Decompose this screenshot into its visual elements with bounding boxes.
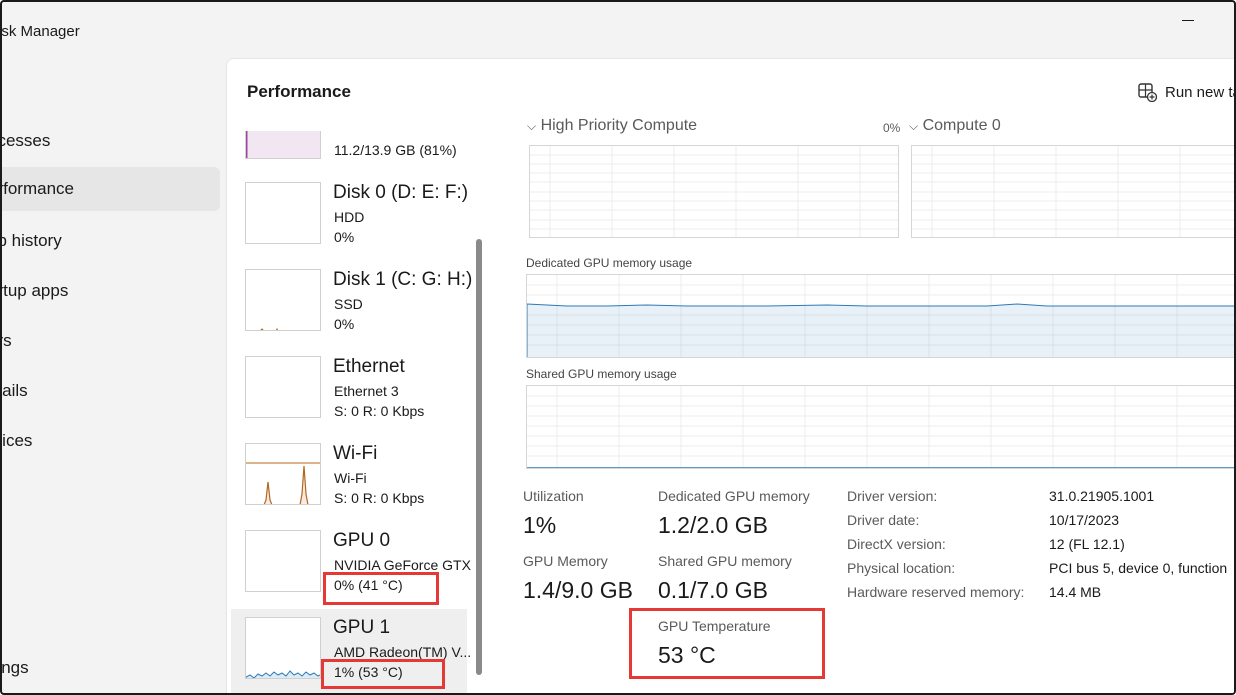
gpu1-thumbnail bbox=[245, 617, 321, 679]
shared-memory-value: 0.1/7.0 GB bbox=[658, 577, 768, 603]
sidebar-item-processes[interactable]: ocesses bbox=[2, 119, 220, 163]
task-manager-window: ask Manager ocesses erformance op histor… bbox=[0, 0, 1236, 695]
list-item-ethernet[interactable]: Ethernet Ethernet 3 S: 0 R: 0 Kbps bbox=[231, 356, 467, 442]
list-item-disk1[interactable]: Disk 1 (C: G: H:) SSD 0% bbox=[231, 269, 472, 355]
memory-thumbnail bbox=[245, 131, 321, 159]
chevron-down-icon: ⌵ bbox=[527, 119, 537, 133]
gpu1-temp-highlight bbox=[321, 659, 445, 689]
run-task-label: Run new ta bbox=[1165, 83, 1236, 101]
utilization-label: Utilization bbox=[523, 488, 584, 504]
dedicated-memory-graph bbox=[526, 274, 1234, 358]
disk1-name: Disk 1 (C: G: H:) bbox=[333, 269, 473, 290]
list-item-memory[interactable]: 11.2/13.9 GB (81%) bbox=[231, 131, 467, 183]
sidebar-item-performance[interactable]: erformance bbox=[2, 167, 220, 211]
sidebar-item-settings[interactable]: ttings bbox=[2, 646, 220, 690]
engine-left-label: High Priority Compute bbox=[540, 117, 698, 134]
dedicated-memory-label: Dedicated GPU memory bbox=[658, 488, 810, 504]
gpu0-temp-highlight bbox=[323, 572, 439, 605]
sidebar-item-startup-apps[interactable]: artup apps bbox=[2, 269, 220, 313]
gpu1-name: GPU 1 bbox=[333, 617, 391, 638]
ethernet-adapter: Ethernet 3 bbox=[334, 383, 399, 399]
reserved-memory-label: Hardware reserved memory: bbox=[847, 584, 1025, 600]
gpu1-model: AMD Radeon(TM) V... bbox=[334, 644, 472, 660]
disk0-thumbnail bbox=[245, 182, 321, 244]
list-item-wifi[interactable]: Wi-Fi Wi-Fi S: 0 R: 0 Kbps bbox=[231, 443, 467, 529]
title-bar: ask Manager bbox=[2, 2, 1234, 58]
disk0-name: Disk 0 (D: E: F:) bbox=[333, 182, 469, 203]
sidebar-item-app-history[interactable]: op history bbox=[2, 219, 220, 263]
directx-version-value: 12 (FL 12.1) bbox=[1049, 536, 1125, 552]
disk1-thumbnail bbox=[245, 269, 321, 331]
sidebar-nav: ocesses erformance op history artup apps… bbox=[2, 58, 226, 693]
reserved-memory-value: 14.4 MB bbox=[1049, 584, 1102, 600]
memory-usage: 11.2/13.9 GB (81%) bbox=[334, 142, 457, 158]
wifi-name: Wi-Fi bbox=[333, 443, 378, 464]
app-title: ask Manager bbox=[0, 23, 80, 40]
engine-right-title[interactable]: ⌵ Compute 0 bbox=[909, 117, 1001, 135]
utilization-value: 1% bbox=[523, 512, 557, 538]
engine-right-graph bbox=[911, 145, 1234, 238]
shared-memory-graph-label: Shared GPU memory usage bbox=[526, 367, 677, 381]
engine-right-label: Compute 0 bbox=[922, 117, 1001, 134]
sidebar-item-services[interactable]: rvices bbox=[2, 419, 220, 463]
ethernet-thumbnail bbox=[245, 356, 321, 418]
sidebar-item-users[interactable]: ers bbox=[2, 319, 220, 363]
gpu0-name: GPU 0 bbox=[333, 530, 391, 551]
gpu-memory-value: 1.4/9.0 GB bbox=[523, 577, 633, 603]
engine-left-title[interactable]: ⌵ High Priority Compute bbox=[527, 117, 697, 135]
disk1-usage: 0% bbox=[334, 316, 355, 332]
minimize-icon[interactable] bbox=[1182, 20, 1194, 21]
gpu-temperature-highlight bbox=[629, 608, 825, 679]
list-item-disk0[interactable]: Disk 0 (D: E: F:) HDD 0% bbox=[231, 182, 469, 268]
ethernet-throughput: S: 0 R: 0 Kbps bbox=[334, 403, 425, 419]
physical-location-label: Physical location: bbox=[847, 560, 956, 576]
driver-version-value: 31.0.21905.1001 bbox=[1049, 488, 1155, 504]
disk0-type: HDD bbox=[334, 209, 365, 225]
ethernet-name: Ethernet bbox=[333, 356, 405, 377]
driver-date-value: 10/17/2023 bbox=[1049, 512, 1120, 528]
engine-left-graph bbox=[529, 145, 899, 238]
run-task-icon bbox=[1137, 82, 1158, 103]
wifi-throughput: S: 0 R: 0 Kbps bbox=[334, 490, 425, 506]
gpu-memory-label: GPU Memory bbox=[523, 553, 608, 569]
device-list[interactable]: 11.2/13.9 GB (81%) Disk 0 (D: E: F:) HDD… bbox=[227, 131, 489, 693]
dedicated-memory-value: 1.2/2.0 GB bbox=[658, 512, 768, 538]
dedicated-memory-graph-label: Dedicated GPU memory usage bbox=[526, 256, 693, 270]
directx-version-label: DirectX version: bbox=[847, 536, 946, 552]
driver-date-label: Driver date: bbox=[847, 512, 920, 528]
driver-version-label: Driver version: bbox=[847, 488, 938, 504]
physical-location-value: PCI bus 5, device 0, function bbox=[1049, 560, 1228, 576]
gpu0-thumbnail bbox=[245, 530, 321, 592]
disk1-type: SSD bbox=[334, 296, 363, 312]
gpu0-model: NVIDIA GeForce GTX bbox=[334, 557, 471, 573]
sidebar-item-details[interactable]: etails bbox=[2, 369, 220, 413]
engine-left-pct: 0% bbox=[883, 121, 901, 135]
shared-memory-graph bbox=[526, 385, 1234, 469]
wifi-thumbnail bbox=[245, 443, 321, 505]
chevron-down-icon: ⌵ bbox=[909, 119, 919, 133]
page-title: Performance bbox=[247, 82, 351, 101]
disk0-usage: 0% bbox=[334, 229, 355, 245]
wifi-adapter: Wi-Fi bbox=[334, 470, 367, 486]
device-list-scrollbar[interactable] bbox=[476, 239, 482, 675]
run-new-task-button[interactable]: Run new ta bbox=[1137, 81, 1236, 103]
shared-memory-label: Shared GPU memory bbox=[658, 553, 792, 569]
